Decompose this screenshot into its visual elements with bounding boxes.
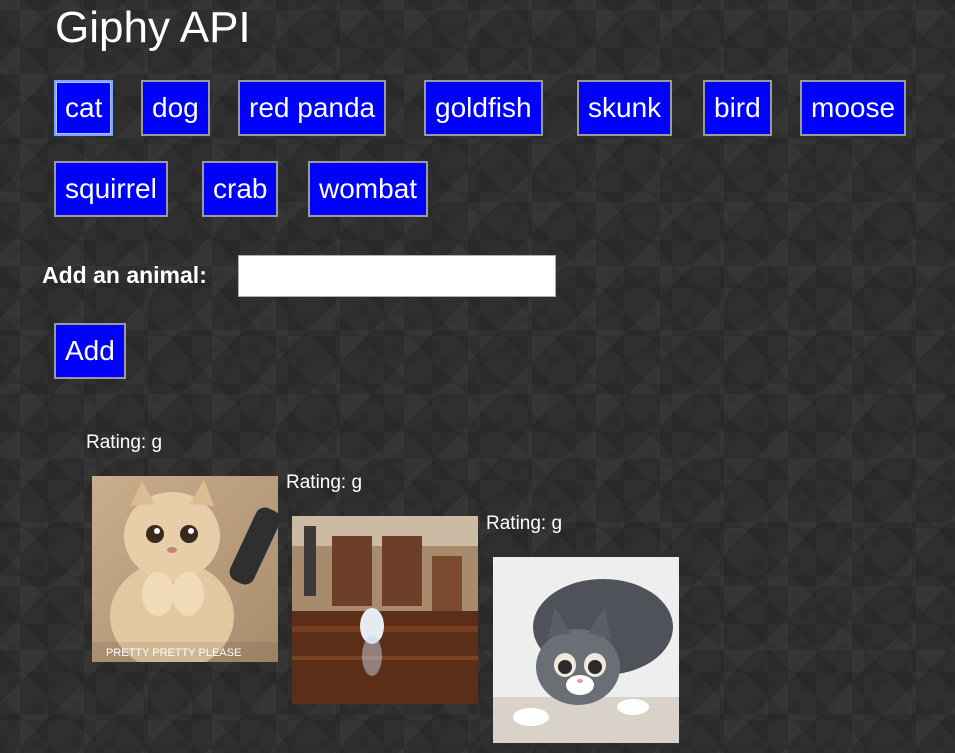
animal-button-crab[interactable]: crab [202,161,279,217]
add-button[interactable]: Add [54,323,126,379]
add-animal-label: Add an animal: [42,262,207,288]
rating-text: Rating: g [486,513,563,534]
animal-input[interactable] [238,255,556,297]
animal-button-moose[interactable]: moose [800,80,907,136]
rating-text: Rating: g [86,432,163,453]
gif-caption-text: PRETTY PRETTY PLEASE [106,647,241,659]
page-title: Giphy API [55,3,251,52]
animal-button-wombat[interactable]: wombat [308,161,429,217]
animal-button-goldfish[interactable]: goldfish [424,80,543,136]
animal-button-squirrel[interactable]: squirrel [54,161,168,217]
animal-button-skunk[interactable]: skunk [577,80,673,136]
gif-image-cat-pouncing[interactable] [493,557,679,743]
gif-image-cat-floor[interactable] [292,516,478,704]
animal-button-red-panda[interactable]: red panda [238,80,387,136]
animal-button-cat[interactable]: cat [54,80,114,136]
animal-button-bird[interactable]: bird [703,80,772,136]
rating-text: Rating: g [286,472,363,493]
gif-image-kitten-please[interactable]: PRETTY PRETTY PLEASE [92,476,278,662]
animal-button-dog[interactable]: dog [141,80,210,136]
